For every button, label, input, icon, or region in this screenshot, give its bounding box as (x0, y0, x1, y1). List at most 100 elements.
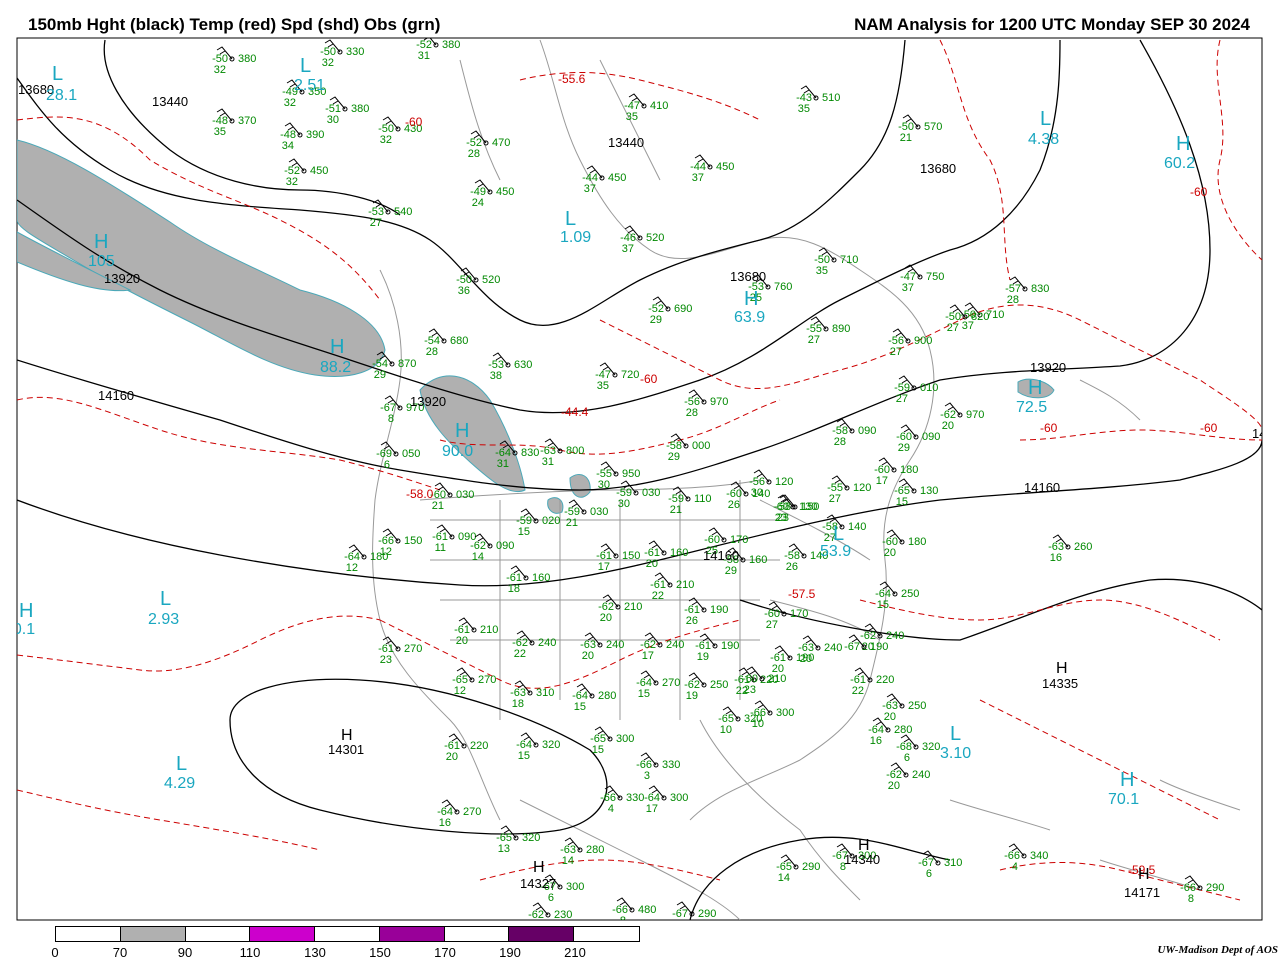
obs-dewpoint: 12 (454, 685, 466, 697)
obs-dewpoint: 37 (584, 183, 596, 195)
svg-text:L: L (176, 753, 187, 775)
obs-temp: -67 (844, 641, 860, 653)
obs-height: 090 (922, 431, 940, 443)
obs-dewpoint: 28 (686, 407, 698, 419)
obs-dewpoint: 35 (798, 103, 810, 115)
obs-dewpoint: 26 (728, 499, 740, 511)
obs-dewpoint: 15 (877, 599, 889, 611)
obs-height: 290 (802, 861, 820, 873)
obs-height: 570 (924, 121, 942, 133)
obs-height: 220 (876, 674, 894, 686)
obs-dewpoint: 37 (622, 243, 634, 255)
obs-dewpoint: 3 (644, 770, 650, 782)
obs-height: 480 (638, 904, 656, 916)
credit-label: UW-Madison Dept of AOS (1157, 944, 1278, 956)
obs-dewpoint: 23 (744, 684, 756, 696)
obs-height: 710 (840, 254, 858, 266)
obs-height: 110 (694, 493, 712, 505)
svg-text:H: H (1138, 866, 1150, 883)
obs-height: 680 (450, 335, 468, 347)
obs-height: 210 (768, 673, 786, 685)
obs-dewpoint: 22 (514, 648, 526, 660)
obs-height: 320 (922, 741, 940, 753)
obs-dewpoint: 30 (327, 114, 339, 126)
obs-height: 380 (351, 103, 369, 115)
colorbar-segment (315, 927, 380, 941)
obs-dewpoint: 6 (904, 752, 910, 764)
obs-height: 120 (775, 476, 793, 488)
obs-height: 170 (790, 608, 808, 620)
obs-height: 410 (650, 100, 668, 112)
obs-height: 050 (402, 448, 420, 460)
svg-text:105: 105 (88, 253, 115, 270)
obs-height: 300 (670, 792, 688, 804)
height-label: 13680 (730, 269, 766, 284)
obs-height: 300 (616, 733, 634, 745)
colorbar-segment (509, 927, 575, 941)
obs-dewpoint: 17 (642, 650, 654, 662)
obs-height: 090 (858, 425, 876, 437)
svg-text:14171: 14171 (1124, 885, 1160, 900)
obs-height: 970 (966, 409, 984, 421)
svg-text:14340: 14340 (844, 852, 880, 867)
obs-height: 630 (514, 359, 532, 371)
obs-dewpoint: 36 (458, 285, 470, 297)
svg-text:H: H (1028, 377, 1042, 399)
svg-text:4.29: 4.29 (164, 775, 195, 792)
colorbar-segment (444, 927, 510, 941)
obs-height: 030 (642, 487, 660, 499)
temp-label: -55.6 (558, 72, 586, 86)
obs-dewpoint: 24 (472, 197, 484, 209)
obs-height: 890 (832, 323, 850, 335)
obs-height: 330 (626, 792, 644, 804)
obs-dewpoint: 16 (870, 735, 882, 747)
obs-dewpoint: 4 (608, 803, 614, 815)
svg-text:L: L (950, 723, 961, 745)
obs-dewpoint: 15 (896, 496, 908, 508)
obs-height: 010 (920, 382, 938, 394)
obs-height: 300 (566, 881, 584, 893)
obs-dewpoint: 6 (384, 459, 390, 471)
obs-height: 240 (606, 639, 624, 651)
obs-height: 900 (914, 335, 932, 347)
obs-height: 310 (944, 857, 962, 869)
obs-dewpoint: 19 (686, 690, 698, 702)
obs-height: 830 (521, 447, 539, 459)
obs-dewpoint: 28 (1007, 294, 1019, 306)
svg-text:4.38: 4.38 (1028, 131, 1059, 148)
obs-dewpoint: 20 (800, 653, 812, 665)
obs-height: 210 (480, 624, 498, 636)
obs-height: 240 (538, 637, 556, 649)
obs-height: 220 (470, 740, 488, 752)
obs-dewpoint: 31 (497, 458, 509, 470)
height-label: 14160 (98, 388, 134, 403)
obs-dewpoint: 22 (852, 685, 864, 697)
obs-dewpoint: 20 (646, 558, 658, 570)
height-label: 13440 (152, 94, 188, 109)
colorbar-tick: 0 (51, 945, 59, 960)
obs-dewpoint: 37 (692, 172, 704, 184)
svg-text:H: H (455, 420, 469, 442)
obs-height: 150 (622, 550, 640, 562)
svg-text:H: H (1056, 660, 1068, 677)
obs-dewpoint: 17 (598, 561, 610, 573)
obs-height: 270 (463, 806, 481, 818)
obs-height: 450 (716, 161, 734, 173)
obs-dewpoint: 8 (1188, 893, 1194, 905)
colorbar-tick: 210 (564, 945, 586, 960)
obs-dewpoint: 29 (725, 565, 737, 577)
obs-height: 180 (370, 551, 388, 563)
obs-dewpoint: 20 (456, 635, 468, 647)
obs-dewpoint: 22 (652, 590, 664, 602)
svg-text:L: L (1040, 108, 1051, 130)
obs-height: 870 (398, 358, 416, 370)
svg-text:14301: 14301 (328, 742, 364, 757)
obs-dewpoint: 20 (446, 751, 458, 763)
obs-dewpoint: 27 (947, 322, 959, 334)
svg-text:L: L (160, 588, 171, 610)
colorbar-segment (250, 927, 316, 941)
colorbar-segment (379, 927, 445, 941)
obs-dewpoint: 4 (1012, 861, 1018, 873)
obs-height: 370 (238, 115, 256, 127)
obs-height: 820 (971, 311, 989, 323)
